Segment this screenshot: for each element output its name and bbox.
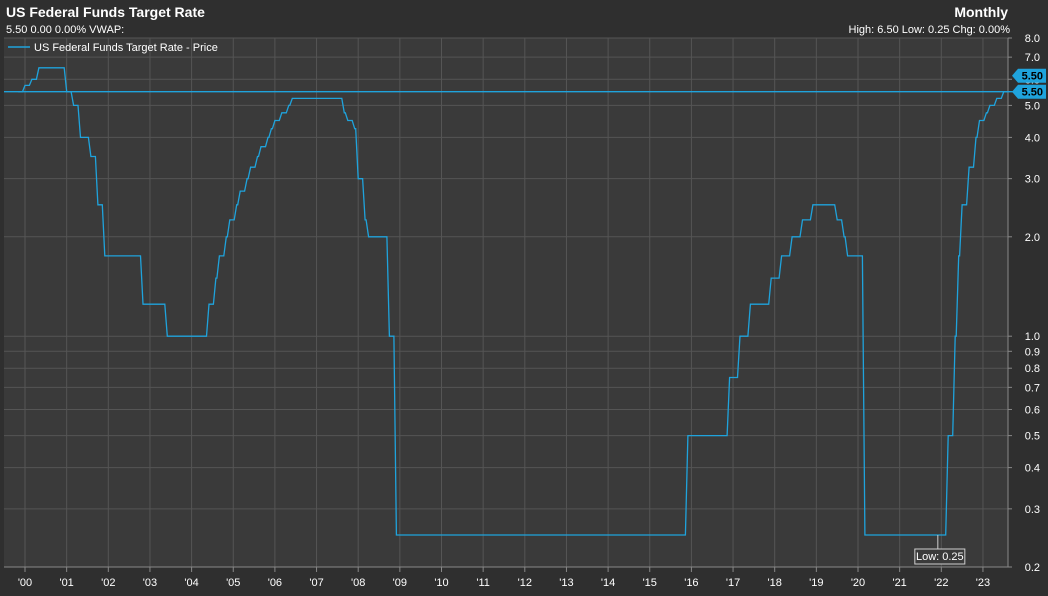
x-tick-label: '04 xyxy=(184,577,198,589)
y-tick-label: 3.0 xyxy=(1025,174,1040,186)
x-tick-label: '10 xyxy=(434,577,448,589)
x-tick-label: '16 xyxy=(684,577,698,589)
y-tick-label: 0.8 xyxy=(1025,363,1040,375)
y-axis: 8.07.06.05.04.03.02.01.00.90.80.70.60.50… xyxy=(1008,33,1040,574)
x-tick-label: '05 xyxy=(226,577,240,589)
x-tick-label: '21 xyxy=(892,577,906,589)
x-tick-label: '07 xyxy=(309,577,323,589)
annotation-label: Low: 0.25 xyxy=(916,551,964,563)
x-tick-label: '06 xyxy=(268,577,282,589)
x-tick-label: '00 xyxy=(18,577,32,589)
y-tick-label: 0.6 xyxy=(1025,404,1040,416)
x-tick-label: '03 xyxy=(143,577,157,589)
x-tick-label: '23 xyxy=(976,577,990,589)
x-tick-label: '14 xyxy=(601,577,615,589)
y-tick-label: 8.0 xyxy=(1025,33,1040,45)
x-tick-label: '15 xyxy=(643,577,657,589)
x-tick-label: '09 xyxy=(393,577,407,589)
x-tick-label: '19 xyxy=(809,577,823,589)
x-axis: '00 '01 '02 '03 '04 '05 '06 '07 '08 '09 '10 '11 '12 '… xyxy=(18,567,990,589)
x-tick-label: '02 xyxy=(101,577,115,589)
y-tick-label: 4.0 xyxy=(1025,132,1040,144)
price-tag-label: 5.50 xyxy=(1022,87,1043,99)
y-tick-label: 0.4 xyxy=(1025,463,1040,475)
x-tick-label: '08 xyxy=(351,577,365,589)
x-tick-label: '01 xyxy=(59,577,73,589)
x-tick-label: '13 xyxy=(559,577,573,589)
x-tick-label: '11 xyxy=(476,577,490,589)
legend: US Federal Funds Target Rate - Price xyxy=(8,42,218,54)
x-tick-label: '20 xyxy=(851,577,865,589)
y-tick-label: 1.0 xyxy=(1025,331,1040,343)
y-tick-label: 0.5 xyxy=(1025,431,1040,443)
y-tick-label: 2.0 xyxy=(1025,232,1040,244)
x-tick-label: '12 xyxy=(518,577,532,589)
y-tick-label: 7.0 xyxy=(1025,52,1040,64)
plot-area xyxy=(4,38,1008,567)
x-tick-label: '22 xyxy=(934,577,948,589)
x-tick-label: '17 xyxy=(726,577,740,589)
y-tick-label: 0.2 xyxy=(1025,562,1040,574)
price-tag-label: 5.50 xyxy=(1022,71,1043,83)
y-tick-label: 5.0 xyxy=(1025,100,1040,112)
legend-label: US Federal Funds Target Rate - Price xyxy=(34,42,218,54)
x-tick-label: '18 xyxy=(768,577,782,589)
rate-chart[interactable]: 8.07.06.05.04.03.02.01.00.90.80.70.60.50… xyxy=(0,0,1048,596)
y-tick-label: 0.9 xyxy=(1025,346,1040,358)
y-tick-label: 0.3 xyxy=(1025,504,1040,516)
y-tick-label: 0.7 xyxy=(1025,382,1040,394)
